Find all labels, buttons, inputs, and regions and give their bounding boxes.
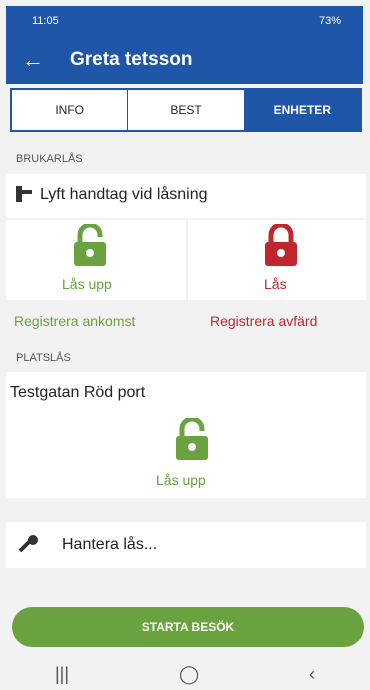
- section-platslas: PLATSLÅS: [16, 352, 71, 364]
- wrench-icon: [18, 535, 38, 553]
- unlock-label: Lås upp: [62, 276, 112, 292]
- status-battery: 73%: [318, 15, 341, 27]
- tab-enheter[interactable]: ENHETER: [244, 90, 360, 130]
- tab-bar: INFO BEST ENHETER: [10, 88, 362, 132]
- section-brukarlas: BRUKARLÅS: [16, 153, 83, 165]
- register-arrival-button[interactable]: Registrera ankomst: [14, 313, 135, 329]
- unlock-padlock-icon: [74, 224, 106, 266]
- start-visit-button[interactable]: STARTA BESÖK: [12, 607, 364, 647]
- platslas-unlock-button[interactable]: [167, 418, 217, 460]
- back-arrow-icon[interactable]: ←: [22, 47, 62, 73]
- unlock-padlock-icon: [176, 418, 208, 460]
- app-bar: ← Greta tetsson: [6, 36, 363, 84]
- home-icon[interactable]: ◯: [179, 664, 199, 685]
- system-nav-bar: ||| ◯ ‹: [0, 658, 370, 690]
- unlock-button[interactable]: [60, 224, 120, 266]
- status-time: 11:05: [32, 15, 59, 27]
- register-departure-button[interactable]: Registrera avfärd: [210, 313, 317, 329]
- lock-button[interactable]: [256, 224, 306, 266]
- place-name: Testgatan Röd port: [10, 384, 146, 401]
- locked-padlock-icon: [265, 224, 297, 266]
- lock-label: Lås: [264, 276, 287, 292]
- tab-info[interactable]: INFO: [12, 90, 129, 130]
- door-handle-icon: [16, 186, 32, 202]
- manage-locks-label: Hantera lås...: [62, 536, 158, 553]
- platslas-unlock-label: Lås upp: [156, 472, 206, 488]
- tab-best[interactable]: BEST: [128, 90, 245, 130]
- lift-handle-text: Lyft handtag vid låsning: [40, 186, 208, 203]
- manage-locks-row[interactable]: [6, 522, 366, 568]
- page-title: Greta tetsson: [70, 49, 193, 70]
- status-bar: 11:05 73%: [6, 6, 363, 36]
- back-icon[interactable]: ‹: [309, 664, 315, 685]
- recent-apps-icon[interactable]: |||: [55, 664, 69, 685]
